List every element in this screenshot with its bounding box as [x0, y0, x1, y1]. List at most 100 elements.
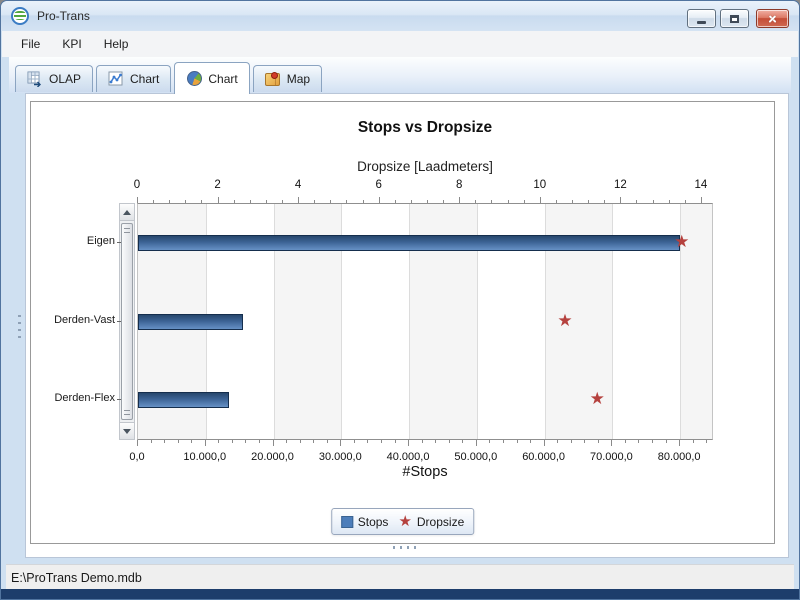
tick-minor: [706, 440, 707, 443]
tab-olap[interactable]: OLAP: [15, 65, 93, 92]
maximize-button[interactable]: [720, 9, 749, 28]
window-title: Pro-Trans: [37, 9, 90, 23]
bar: [138, 392, 229, 408]
tick-minor: [571, 440, 572, 443]
chart-legend: Stops ★ Dropsize: [331, 508, 475, 535]
legend-label-stops: Stops: [358, 515, 389, 529]
tick-minor: [517, 440, 518, 443]
stops-swatch-icon: [341, 516, 353, 528]
tick-minor: [557, 440, 558, 443]
top-axis-label: Dropsize [Laadmeters]: [137, 159, 713, 174]
map-icon: [265, 71, 281, 87]
scrollbar-thumb[interactable]: [121, 223, 133, 420]
tick-major: [679, 440, 680, 446]
bar: [138, 314, 243, 330]
tick-minor: [666, 440, 667, 443]
tick-minor: [354, 440, 355, 443]
tab-label: Chart: [208, 72, 237, 86]
tick-label: 0,0: [105, 451, 169, 463]
chart-title: Stops vs Dropsize: [137, 119, 713, 137]
category-tick: [117, 242, 121, 243]
tick-minor: [313, 440, 314, 443]
tick-minor: [286, 440, 287, 443]
close-icon: [767, 13, 778, 24]
tab-chart-line[interactable]: Chart: [96, 65, 171, 92]
v-scrollbar[interactable]: [119, 203, 135, 440]
tick-label: 12: [600, 179, 640, 191]
tab-label: Map: [287, 72, 310, 86]
tick-minor: [327, 440, 328, 443]
tick-label: 6: [359, 179, 399, 191]
tick-minor: [503, 440, 504, 443]
vertical-splitter-handle[interactable]: [18, 315, 21, 342]
maximize-icon: [730, 15, 739, 23]
category-label: Derden-Flex: [31, 392, 115, 404]
tick-minor: [693, 440, 694, 443]
tick-label: 10: [520, 179, 560, 191]
tab-label: Chart: [130, 72, 159, 86]
tick-label: 14: [681, 179, 721, 191]
tick-minor: [191, 440, 192, 443]
tab-chart-pie[interactable]: Chart: [174, 62, 249, 94]
tick-major: [544, 440, 545, 446]
tick-minor: [489, 440, 490, 443]
line-chart-icon: [108, 71, 124, 87]
tab-label: OLAP: [49, 72, 81, 86]
legend-item-dropsize[interactable]: ★ Dropsize: [398, 514, 464, 529]
pie-chart-icon: [186, 71, 202, 87]
content-panel: Stops vs Dropsize Dropsize [Laadmeters] …: [25, 93, 789, 558]
horizontal-splitter-handle[interactable]: [393, 546, 418, 549]
bottom-axis-label: #Stops: [137, 464, 713, 480]
scroll-down-button[interactable]: [120, 422, 134, 439]
app-logo-icon: [11, 7, 29, 25]
tick-major: [611, 440, 612, 446]
tick-minor: [652, 440, 653, 443]
scroll-up-button[interactable]: [120, 204, 134, 221]
title-bar[interactable]: Pro-Trans: [1, 1, 799, 31]
bar: [138, 235, 680, 251]
tick-label: 0: [117, 179, 157, 191]
tick-label: 2: [198, 179, 238, 191]
window-controls: [683, 9, 789, 28]
tick-label: 80.000,0: [647, 451, 711, 463]
tick-major: [476, 440, 477, 446]
pivot-grid-icon: [27, 71, 43, 87]
menu-item-help[interactable]: Help: [93, 32, 140, 56]
tick-major: [340, 440, 341, 446]
top-axis-ticks: [137, 195, 713, 203]
tick-major: [273, 440, 274, 446]
minimize-button[interactable]: [687, 9, 716, 28]
tick-minor: [367, 440, 368, 443]
star-marker: ★: [590, 391, 605, 408]
tick-major: [137, 440, 138, 446]
tab-strip: OLAP Chart Chart Map: [9, 57, 791, 93]
menu-bar: File KPI Help: [2, 31, 798, 57]
menu-item-file[interactable]: File: [10, 32, 51, 56]
tick-minor: [245, 440, 246, 443]
tick-minor: [435, 440, 436, 443]
legend-item-stops[interactable]: Stops: [341, 515, 389, 529]
tick-minor: [164, 440, 165, 443]
minimize-icon: [697, 21, 706, 24]
tick-minor: [395, 440, 396, 443]
bottom-axis-ticks: [137, 440, 713, 448]
star-marker: ★: [674, 234, 689, 251]
category-tick: [117, 321, 121, 322]
tick-minor: [449, 440, 450, 443]
tick-label: 20.000,0: [241, 451, 305, 463]
tick-minor: [218, 440, 219, 443]
close-button[interactable]: [756, 9, 789, 28]
bottom-axis-tick-labels: 0,010.000,020.000,030.000,040.000,050.00…: [137, 451, 713, 464]
tab-map[interactable]: Map: [253, 65, 322, 92]
top-axis-tick-labels: 02468101214: [137, 179, 713, 193]
star-marker: ★: [557, 313, 572, 330]
tick-minor: [300, 440, 301, 443]
chart-box: Stops vs Dropsize Dropsize [Laadmeters] …: [30, 101, 775, 544]
up-arrow-icon: [123, 210, 131, 215]
status-bar: E:\ProTrans Demo.mdb: [6, 564, 794, 591]
tick-minor: [530, 440, 531, 443]
legend-label-dropsize: Dropsize: [417, 515, 464, 529]
status-text: E:\ProTrans Demo.mdb: [11, 571, 142, 585]
tick-minor: [584, 440, 585, 443]
menu-item-kpi[interactable]: KPI: [51, 32, 92, 56]
